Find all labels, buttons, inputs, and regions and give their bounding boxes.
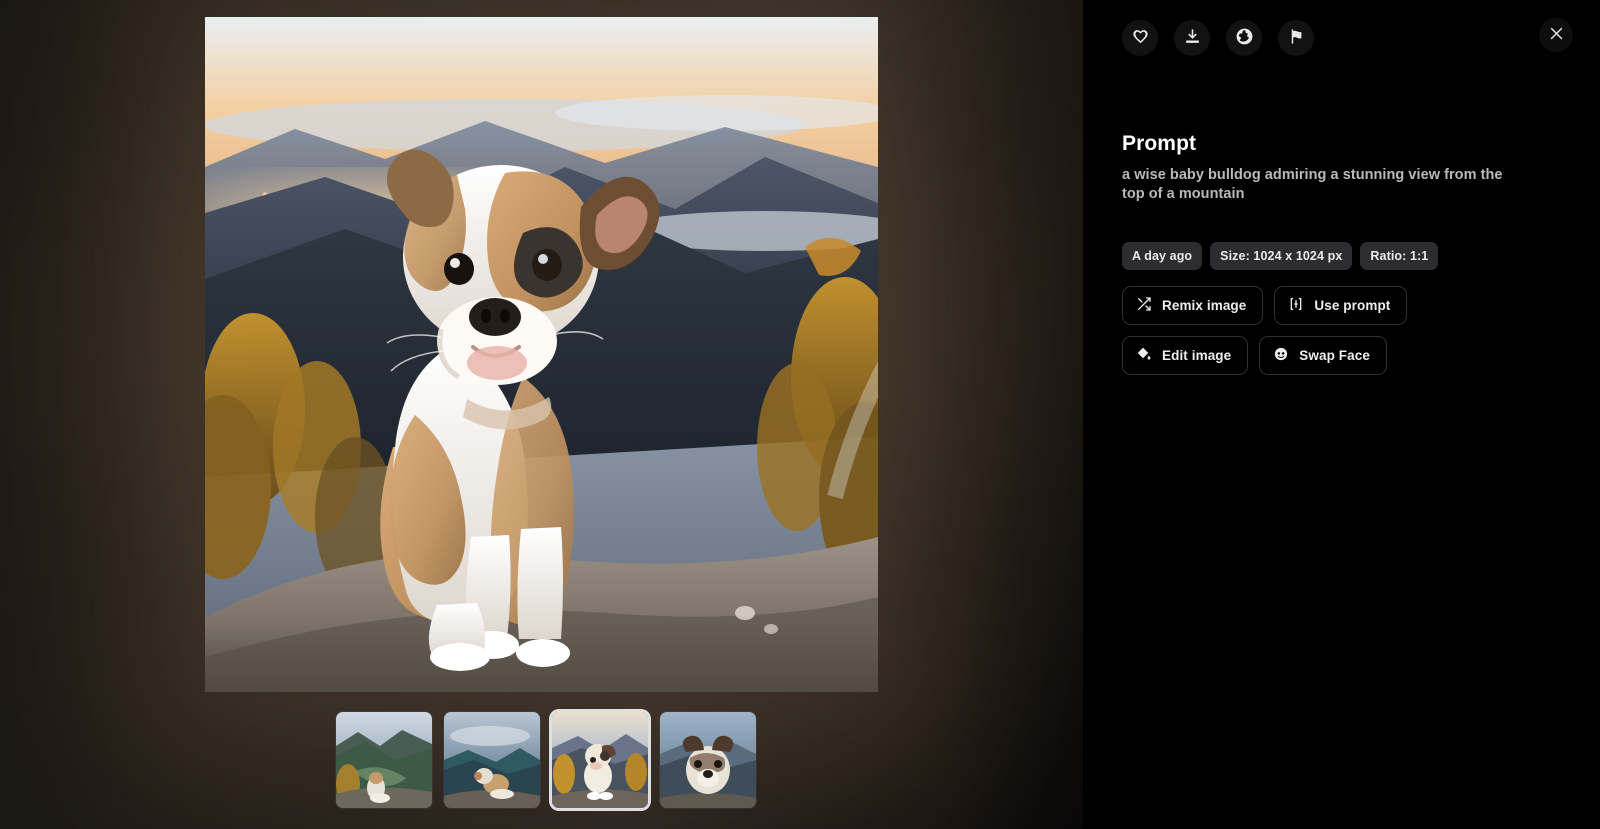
prompt-details: Prompt a wise baby bulldog admiring a st… <box>1122 132 1542 376</box>
prompt-text: a wise baby bulldog admiring a stunning … <box>1122 167 1503 203</box>
thumbnail-item-4[interactable] <box>660 712 756 808</box>
chip-size: Size: 1024 x 1024 px <box>1210 242 1353 271</box>
shuffle-icon <box>1136 296 1152 315</box>
remix-image-button[interactable]: Remix image <box>1122 286 1264 326</box>
download-icon <box>1183 27 1202 49</box>
swap-face-button[interactable]: Swap Face <box>1259 336 1387 376</box>
globe-icon <box>1235 27 1254 49</box>
image-detail-modal: Prompt a wise baby bulldog admiring a st… <box>0 0 1600 829</box>
thumbnail-item-2[interactable] <box>444 712 540 808</box>
edit-image-label: Edit image <box>1162 348 1232 364</box>
thumbnail-strip[interactable] <box>336 712 756 808</box>
main-image[interactable] <box>205 17 878 692</box>
download-button[interactable] <box>1174 20 1210 56</box>
face-icon <box>1273 346 1289 365</box>
remix-image-label: Remix image <box>1162 298 1247 314</box>
close-icon <box>1548 25 1565 45</box>
publish-button[interactable] <box>1226 20 1262 56</box>
image-actions-toolbar <box>1122 20 1314 56</box>
use-prompt-button[interactable]: Use prompt <box>1274 286 1408 326</box>
thumbnail-item-3[interactable] <box>552 712 648 808</box>
close-button[interactable] <box>1539 18 1573 52</box>
flag-icon <box>1287 27 1306 49</box>
paint-bucket-icon <box>1136 346 1152 365</box>
report-button[interactable] <box>1278 20 1314 56</box>
details-pane: Prompt a wise baby bulldog admiring a st… <box>1083 0 1600 829</box>
chip-ratio: Ratio: 1:1 <box>1360 242 1439 271</box>
heart-icon <box>1131 27 1150 49</box>
action-buttons: Remix image Use prompt Edit image Swap F… <box>1122 286 1452 376</box>
image-viewer-pane <box>0 0 1083 829</box>
use-prompt-label: Use prompt <box>1314 298 1391 314</box>
chip-created: A day ago <box>1122 242 1203 271</box>
edit-image-button[interactable]: Edit image <box>1122 336 1249 376</box>
metadata-chips: A day ago Size: 1024 x 1024 px Ratio: 1:… <box>1122 242 1542 271</box>
thumbnail-item-1[interactable] <box>336 712 432 808</box>
page-title: Prompt <box>1122 132 1197 155</box>
favorite-button[interactable] <box>1122 20 1158 56</box>
swap-face-label: Swap Face <box>1299 348 1370 364</box>
text-cursor-icon <box>1288 296 1304 315</box>
